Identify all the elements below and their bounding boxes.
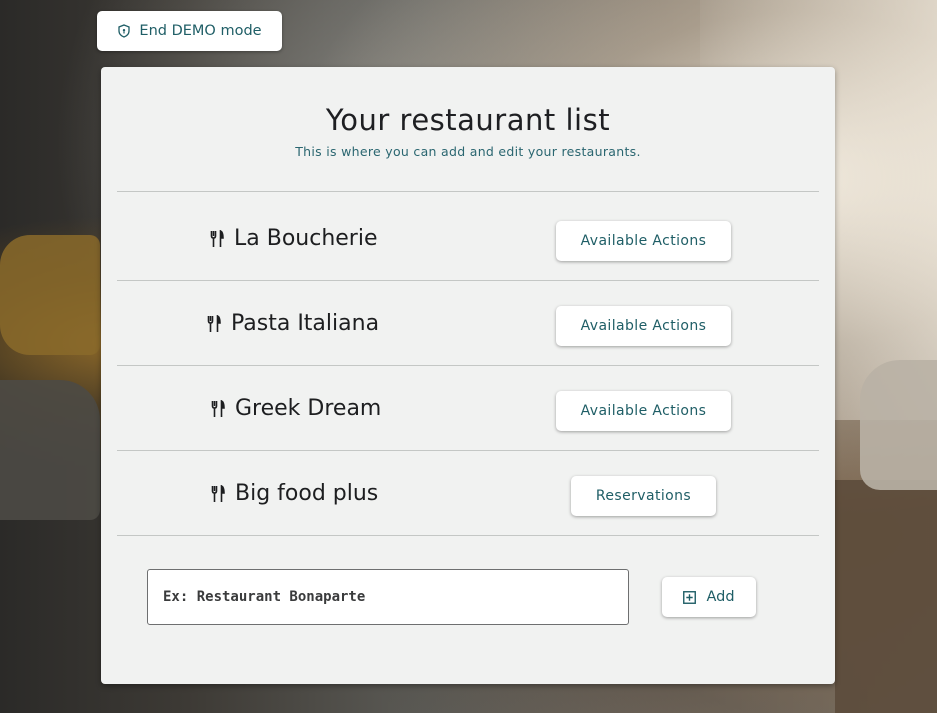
page-subtitle: This is where you can add and edit your … — [295, 144, 641, 159]
restaurant-name-wrap: Greek Dream — [211, 366, 381, 450]
restaurant-row: La Boucherie Available Actions — [117, 196, 819, 280]
shield-icon — [117, 24, 131, 38]
background-table — [0, 380, 100, 520]
restaurant-row: Pasta Italiana Available Actions — [117, 281, 819, 365]
restaurant-name-wrap: Big food plus — [211, 451, 378, 535]
page-title: Your restaurant list — [325, 103, 611, 137]
end-demo-mode-label: End DEMO mode — [139, 23, 262, 39]
cutlery-icon — [207, 314, 221, 332]
restaurant-name-wrap: Pasta Italiana — [207, 281, 379, 365]
restaurant-row: Greek Dream Available Actions — [117, 366, 819, 450]
background-chair — [0, 235, 100, 355]
restaurant-row: Big food plus Reservations — [117, 451, 819, 535]
cutlery-icon — [211, 484, 225, 502]
add-label: Add — [706, 589, 735, 605]
available-actions-button[interactable]: Available Actions — [556, 306, 731, 346]
available-actions-button[interactable]: Available Actions — [556, 221, 731, 261]
restaurant-name-field-wrap — [147, 569, 629, 625]
restaurant-name: Pasta Italiana — [231, 310, 380, 336]
restaurant-name: Big food plus — [235, 480, 379, 506]
divider — [117, 191, 819, 192]
restaurant-name: La Boucherie — [234, 225, 378, 251]
cutlery-icon — [211, 399, 225, 417]
background-chair-right — [860, 360, 937, 490]
cutlery-icon — [210, 229, 224, 247]
background-table-right — [835, 480, 937, 713]
restaurant-name: Greek Dream — [235, 395, 382, 421]
restaurant-name-input[interactable] — [148, 570, 628, 624]
divider — [117, 535, 819, 536]
end-demo-mode-button[interactable]: End DEMO mode — [97, 11, 282, 51]
available-actions-button[interactable]: Available Actions — [556, 391, 731, 431]
restaurant-list-panel: Your restaurant list This is where you c… — [101, 67, 835, 684]
plus-square-icon — [683, 590, 697, 604]
add-restaurant-button[interactable]: Add — [662, 577, 756, 617]
reservations-button[interactable]: Reservations — [571, 476, 716, 516]
restaurant-name-wrap: La Boucherie — [210, 196, 378, 280]
